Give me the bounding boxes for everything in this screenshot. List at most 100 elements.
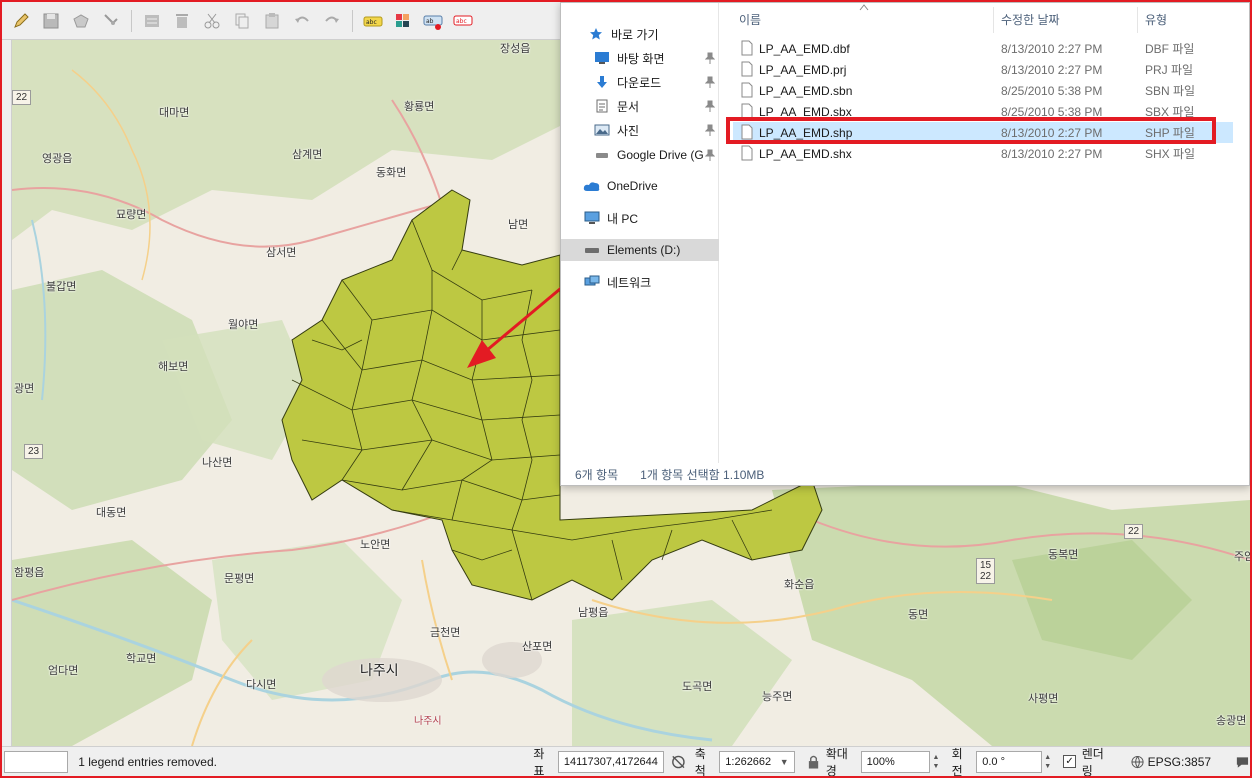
- magnifier-spinner[interactable]: ▲ ▼: [932, 751, 943, 773]
- column-header-name[interactable]: 이름: [739, 11, 761, 28]
- nav-label: OneDrive: [607, 179, 658, 193]
- undo-icon[interactable]: [289, 8, 315, 34]
- explorer-status-bar: 6개 항목 1개 항목 선택함 1.10MB: [561, 463, 1249, 485]
- network-icon: [583, 273, 601, 291]
- map-label: 다시면: [246, 679, 277, 691]
- lock-icon[interactable]: [807, 754, 820, 770]
- status-bar: 1 legend entries removed. 좌표 14117307,41…: [2, 746, 1250, 778]
- render-label: 렌더링: [1081, 746, 1104, 778]
- file-icon: [741, 82, 753, 98]
- nav-desktop[interactable]: 바탕 화면: [561, 47, 719, 69]
- render-checkbox[interactable]: ✓: [1063, 755, 1076, 768]
- map-label: 능주면: [762, 691, 793, 703]
- save-layer-icon[interactable]: [38, 8, 64, 34]
- label-rotate-icon[interactable]: abc: [450, 8, 476, 34]
- file-name: LP_AA_EMD.shx: [759, 146, 852, 161]
- file-row[interactable]: LP_AA_EMD.sbn 8/25/2010 5:38 PM SBN 파일: [733, 80, 1233, 101]
- redo-icon[interactable]: [319, 8, 345, 34]
- label-tool-icon[interactable]: ab: [420, 8, 446, 34]
- nav-label: 바로 가기: [611, 27, 659, 42]
- nav-label: 네트워크: [607, 275, 652, 290]
- rotation-label: 회전: [951, 746, 963, 778]
- file-icon: [741, 40, 753, 56]
- nav-elements-drive[interactable]: Elements (D:): [561, 239, 719, 261]
- scale-value: 1:262662: [725, 755, 772, 768]
- label-icon[interactable]: abc: [360, 8, 386, 34]
- add-feature-icon[interactable]: [68, 8, 94, 34]
- route-shield: 22: [12, 90, 32, 105]
- map-label: 노안면: [360, 539, 391, 551]
- map-label: 남평읍: [578, 607, 609, 619]
- map-label: 함평읍: [14, 567, 45, 579]
- column-divider: [993, 7, 994, 33]
- crs-label[interactable]: EPSG:3857: [1148, 755, 1211, 769]
- map-label: 월야면: [228, 319, 259, 331]
- nav-label: 바탕 화면: [617, 51, 665, 66]
- cloud-icon: [583, 177, 601, 195]
- column-header-date[interactable]: 수정한 날짜: [1001, 11, 1060, 28]
- download-icon: [593, 73, 611, 91]
- nav-label: 문서: [617, 99, 640, 114]
- city-label: 나주시: [360, 662, 399, 678]
- rotation-field[interactable]: 0.0 °: [976, 750, 1043, 773]
- nav-label: 내 PC: [607, 211, 639, 226]
- map-label: 남면: [508, 219, 529, 231]
- file-type: SHX 파일: [1145, 147, 1196, 161]
- map-label: 화순읍: [784, 579, 815, 591]
- digitizing-toolbar: abc ab abc: [2, 2, 562, 40]
- map-label: 광면: [14, 383, 35, 395]
- messages-icon[interactable]: [1235, 755, 1250, 769]
- city-label-small: 나주시: [414, 716, 442, 727]
- pencil-icon[interactable]: [8, 8, 34, 34]
- copy-icon[interactable]: [229, 8, 255, 34]
- globe-icon[interactable]: [1131, 755, 1144, 769]
- dropdown-arrow-icon: ▼: [779, 756, 789, 767]
- map-label: 금천면: [430, 627, 461, 639]
- item-count: 6개 항목: [575, 467, 619, 482]
- sort-up-icon: [859, 4, 869, 11]
- nav-pictures[interactable]: 사진: [561, 119, 719, 141]
- file-row[interactable]: LP_AA_EMD.prj 8/13/2010 2:27 PM PRJ 파일: [733, 59, 1233, 80]
- nav-label: 다운로드: [617, 75, 662, 90]
- paste-icon[interactable]: [259, 8, 285, 34]
- column-header-type[interactable]: 유형: [1145, 11, 1167, 28]
- svg-text:abc: abc: [456, 18, 467, 25]
- map-label: 산포면: [522, 641, 553, 653]
- toggle-extents-icon[interactable]: [670, 753, 687, 771]
- map-label: 황룡면: [404, 101, 435, 113]
- nav-downloads[interactable]: 다운로드: [561, 71, 719, 93]
- pin-icon: [705, 76, 715, 88]
- file-name: LP_AA_EMD.prj: [759, 62, 847, 77]
- pc-icon: [583, 209, 601, 227]
- pin-label-icon[interactable]: [390, 8, 416, 34]
- map-label: 대동면: [96, 507, 127, 519]
- file-explorer-window: 바로 가기 바탕 화면 다운로드 문서 사진 Google Drive (G O…: [560, 2, 1250, 486]
- nav-this-pc[interactable]: 내 PC: [561, 207, 719, 229]
- map-label: 사평면: [1028, 693, 1059, 705]
- coordinate-field[interactable]: 14117307,4172644: [557, 750, 664, 773]
- pin-icon: [705, 149, 715, 161]
- magnifier-field[interactable]: 100%: [860, 750, 931, 773]
- nav-label: Elements (D:): [607, 243, 681, 257]
- map-label: 대마면: [159, 107, 190, 119]
- map-label: 엄다면: [48, 665, 79, 677]
- route-shield: 15 22: [976, 558, 996, 584]
- nav-documents[interactable]: 문서: [561, 95, 719, 117]
- locator-field[interactable]: [4, 750, 69, 773]
- scale-combobox[interactable]: 1:262662 ▼: [719, 750, 795, 773]
- file-row[interactable]: LP_AA_EMD.shx 8/13/2010 2:27 PM SHX 파일: [733, 143, 1233, 164]
- nav-network[interactable]: 네트워크: [561, 271, 719, 293]
- cut-icon[interactable]: [199, 8, 225, 34]
- nav-onedrive[interactable]: OneDrive: [561, 175, 719, 197]
- file-row[interactable]: LP_AA_EMD.dbf 8/13/2010 2:27 PM DBF 파일: [733, 38, 1233, 59]
- nav-quick-access[interactable]: 바로 가기: [561, 23, 719, 45]
- delete-icon[interactable]: [169, 8, 195, 34]
- nav-google-drive[interactable]: Google Drive (G: [561, 144, 719, 166]
- toolbar-separator: [352, 9, 353, 32]
- rotation-spinner[interactable]: ▲ ▼: [1044, 751, 1055, 773]
- svg-text:ab: ab: [426, 18, 434, 25]
- column-divider: [1137, 7, 1138, 33]
- map-label: 불갑면: [46, 281, 77, 293]
- digitize-icon[interactable]: [139, 8, 165, 34]
- node-tool-icon[interactable]: [98, 8, 124, 34]
